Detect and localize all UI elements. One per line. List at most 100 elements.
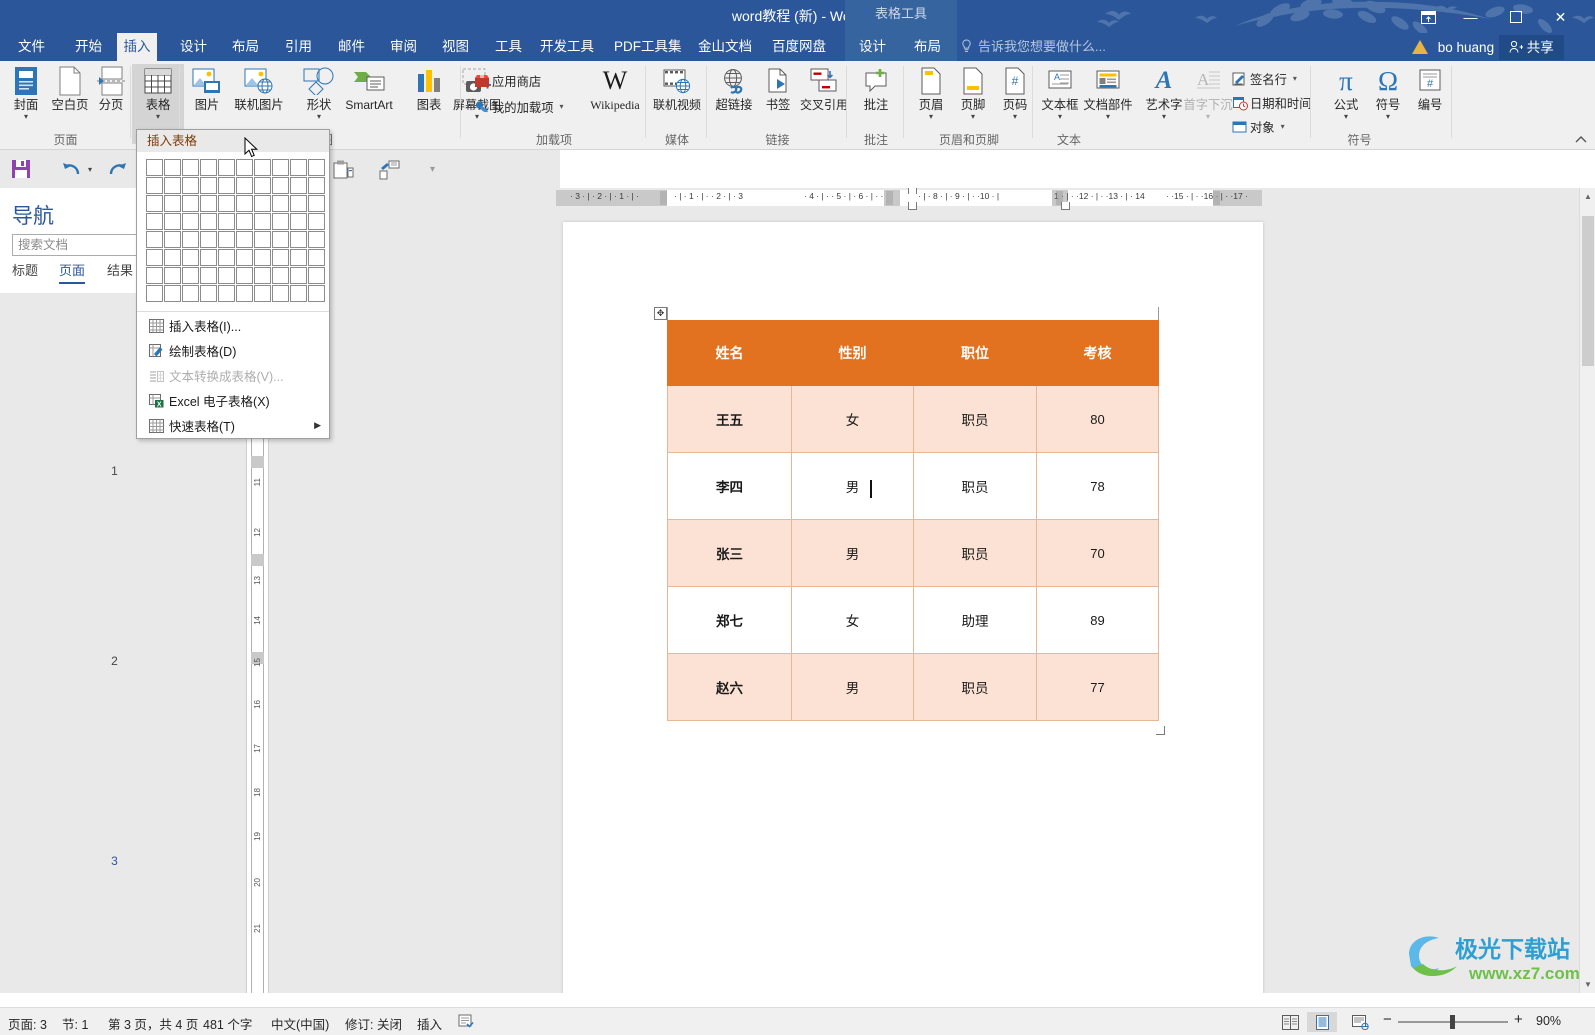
table-cell[interactable]: 男 xyxy=(791,452,914,520)
table-size-grid-cell[interactable] xyxy=(254,177,271,194)
tab-tools[interactable]: 工具 xyxy=(485,33,532,61)
table-cell[interactable]: 职员 xyxy=(913,519,1037,587)
table-row[interactable]: 赵六 男 职员 77 xyxy=(667,653,1159,721)
table-size-grid-cell[interactable] xyxy=(290,231,307,248)
tab-layout[interactable]: 布局 xyxy=(222,33,269,61)
view-print-layout-button[interactable] xyxy=(1307,1012,1337,1032)
table-size-grid-cell[interactable] xyxy=(164,159,181,176)
table-size-grid-cell[interactable] xyxy=(200,213,217,230)
chevron-down-icon[interactable]: ▾ xyxy=(1034,112,1086,121)
table-size-grid-row[interactable] xyxy=(146,195,329,213)
table-size-grid-cell[interactable] xyxy=(308,213,325,230)
qat-redo-button[interactable] xyxy=(107,160,127,183)
tell-me-box[interactable]: 告诉我您想要做什么... xyxy=(960,33,1106,61)
table-size-grid-cell[interactable] xyxy=(218,159,235,176)
table-size-grid-cell[interactable] xyxy=(218,195,235,212)
ribbon-button-my-addins[interactable]: 我的加载项 ▾ xyxy=(472,96,564,117)
qat-undo-dropdown[interactable]: ▾ xyxy=(88,165,92,174)
table-size-grid-cell[interactable] xyxy=(146,195,163,212)
table-size-grid-cell[interactable] xyxy=(272,159,289,176)
ribbon-button-store[interactable]: 应用商店 xyxy=(472,70,541,91)
table-size-grid-cell[interactable] xyxy=(272,267,289,284)
table-size-grid-cell[interactable] xyxy=(200,267,217,284)
ribbon-button-picture[interactable]: 图片 xyxy=(181,64,233,112)
list-item[interactable]: 2 xyxy=(55,491,174,668)
status-insert-mode[interactable]: 插入 xyxy=(417,1014,442,1033)
table-size-grid-cell[interactable] xyxy=(146,159,163,176)
table-size-grid-cell[interactable] xyxy=(254,285,271,302)
table-size-grid-cell[interactable] xyxy=(146,231,163,248)
table-size-grid-row[interactable] xyxy=(146,177,329,195)
table-move-handle-icon[interactable]: ✥ xyxy=(654,307,667,320)
table-size-grid-cell[interactable] xyxy=(308,159,325,176)
table-size-grid-cell[interactable] xyxy=(200,249,217,266)
table-size-grid-cell[interactable] xyxy=(236,195,253,212)
tab-design[interactable]: 设计 xyxy=(170,33,217,61)
table-size-grid-cell[interactable] xyxy=(308,231,325,248)
view-read-mode-button[interactable] xyxy=(1275,1012,1305,1032)
scrollbar-thumb[interactable] xyxy=(1582,216,1594,366)
nav-tab-pages[interactable]: 页面 xyxy=(59,260,86,284)
table-size-grid-cell[interactable] xyxy=(308,177,325,194)
table-size-grid-cell[interactable] xyxy=(272,249,289,266)
table-cell[interactable]: 职员 xyxy=(913,385,1037,453)
table-row[interactable]: 王五 女 职员 80 xyxy=(667,385,1159,453)
table-size-grid-cell[interactable] xyxy=(164,213,181,230)
status-language[interactable]: 中文(中国) xyxy=(271,1014,329,1033)
table-size-grid-cell[interactable] xyxy=(146,249,163,266)
table-size-grid-cell[interactable] xyxy=(254,249,271,266)
qat-save-button[interactable] xyxy=(10,158,32,185)
zoom-level-label[interactable]: 90% xyxy=(1536,1014,1561,1028)
table-size-grid-cell[interactable] xyxy=(290,177,307,194)
table-size-grid-cell[interactable] xyxy=(290,285,307,302)
table-size-grid-cell[interactable] xyxy=(182,249,199,266)
table-size-grid[interactable] xyxy=(137,152,329,310)
table-size-grid-cell[interactable] xyxy=(290,213,307,230)
proofing-errors-icon[interactable] xyxy=(458,1013,474,1032)
table-size-grid-cell[interactable] xyxy=(290,195,307,212)
table-size-grid-cell[interactable] xyxy=(218,231,235,248)
horizontal-ruler[interactable]: · 3 · | · 2 · | · 1 · | · · | · 1 · | · … xyxy=(556,188,1262,210)
table-cell[interactable]: 77 xyxy=(1036,653,1159,721)
table-cell[interactable]: 78 xyxy=(1036,452,1159,520)
table-size-grid-cell[interactable] xyxy=(182,231,199,248)
zoom-in-button[interactable]: + xyxy=(1514,1011,1523,1028)
tab-home[interactable]: 开始 xyxy=(65,33,112,61)
chevron-down-icon[interactable]: ▾ xyxy=(560,102,564,111)
qat-format-painter-button[interactable] xyxy=(378,159,400,186)
ribbon-button-date-time[interactable]: 日期和时间 xyxy=(1230,92,1312,113)
ribbon-button-object[interactable]: 对象 ▾ xyxy=(1230,116,1285,137)
tab-insert[interactable]: 插入 xyxy=(117,33,157,61)
ribbon-button-signature-line[interactable]: 签名行 ▾ xyxy=(1230,68,1297,89)
table-size-grid-cell[interactable] xyxy=(236,249,253,266)
table-size-grid-cell[interactable] xyxy=(254,231,271,248)
table-row[interactable]: 张三 男 职员 70 xyxy=(667,519,1159,587)
close-button[interactable]: ✕ xyxy=(1538,4,1583,30)
table-cell[interactable]: 郑七 xyxy=(667,586,792,654)
table-size-grid-cell[interactable] xyxy=(200,285,217,302)
table-cell[interactable]: 男 xyxy=(791,653,914,721)
tab-kingsoft-docs[interactable]: 金山文档 xyxy=(688,33,762,61)
table-size-grid-cell[interactable] xyxy=(164,285,181,302)
menu-item-draw-table[interactable]: 绘制表格(D) xyxy=(137,338,329,363)
zoom-slider-knob[interactable] xyxy=(1450,1015,1455,1029)
tab-baidu-netdisk[interactable]: 百度网盘 xyxy=(762,33,836,61)
list-item[interactable]: 4 xyxy=(55,891,174,993)
table-cell[interactable]: 男 xyxy=(791,519,914,587)
status-word-count[interactable]: 481 个字 xyxy=(203,1014,252,1033)
table-size-grid-cell[interactable] xyxy=(254,213,271,230)
table-size-grid-cell[interactable] xyxy=(308,285,325,302)
tab-view[interactable]: 视图 xyxy=(432,33,479,61)
table-size-grid-cell[interactable] xyxy=(308,249,325,266)
zoom-out-button[interactable]: − xyxy=(1383,1011,1392,1028)
maximize-button[interactable] xyxy=(1493,4,1538,30)
view-web-layout-button[interactable] xyxy=(1345,1012,1375,1032)
table-size-grid-cell[interactable] xyxy=(218,177,235,194)
table-size-grid-cell[interactable] xyxy=(164,195,181,212)
table-size-grid-cell[interactable] xyxy=(272,231,289,248)
menu-item-excel-spreadsheet[interactable]: X Excel 电子表格(X) xyxy=(137,388,329,413)
table-size-grid-cell[interactable] xyxy=(200,177,217,194)
indent-marker-right[interactable] xyxy=(908,202,917,210)
chevron-down-icon[interactable]: ▾ xyxy=(1293,74,1297,83)
table-size-grid-cell[interactable] xyxy=(272,177,289,194)
